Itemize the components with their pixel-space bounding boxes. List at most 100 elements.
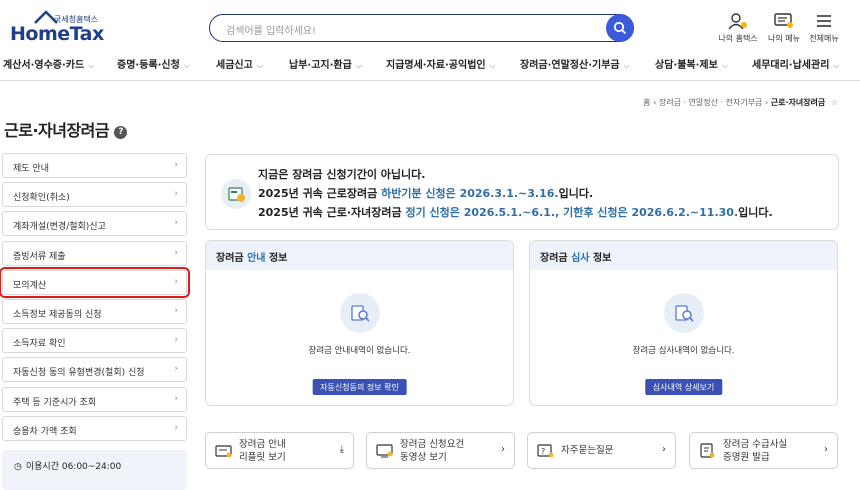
chevron-right-icon: ›: [662, 444, 666, 455]
review-info-panel: 장려금 심사 정보 장려금 심사내역이 없습니다. 심사내역 상세보기: [529, 240, 838, 406]
chevron-right-icon: ›: [501, 444, 505, 455]
gnb-item-statements[interactable]: 지급명세·자료·공익법인 ⌵: [386, 56, 496, 71]
sidebar-item-housing-price[interactable]: 주택 등 기준시가 조회 ›: [2, 386, 187, 412]
faq-label: 자주묻는질문: [561, 445, 614, 456]
sidebar-item-label: 자동신청 동의 유형변경(철회) 신청: [13, 368, 145, 379]
requirement-video-button[interactable]: 장려금 신청요건동영상 보기 ›: [366, 432, 515, 469]
svg-text:?: ?: [541, 447, 545, 456]
gnb-item-incentives[interactable]: 장려금·연말정산·기부금 ⌵: [520, 56, 630, 71]
sidebar-item-label: 승용차 가액 조회: [13, 426, 77, 437]
logo-title: HomeTax: [10, 23, 104, 45]
gnb-item-tax-agent[interactable]: 세무대리·납세관리 ⌵: [752, 56, 839, 71]
gnb-label: 지급명세·자료·공익법인: [386, 60, 486, 71]
guide-info-panel: 장려금 안내 정보 장려금 안내내역이 없습니다. 자동신청동의 정보 확인: [205, 240, 514, 406]
sidebar-item-account-report[interactable]: 계좌개설(변경/철회)신고 ›: [2, 211, 187, 237]
gnb-label: 상담·불복·제보: [655, 60, 718, 71]
leaflet-icon: [215, 445, 232, 458]
sidebar-item-label: 제도 안내: [13, 164, 49, 174]
notice-line-3-suffix: 입니다.: [738, 206, 773, 219]
sidebar-item-car-value[interactable]: 승용차 가액 조회 ›: [2, 415, 187, 441]
download-icon: ⤓: [339, 444, 344, 455]
gnb-item-receipts[interactable]: 계산서·영수증·카드 ⌵: [3, 56, 94, 71]
review-empty-text: 장려금 심사내역이 없습니다.: [632, 346, 735, 356]
service-hours: ◷ 이용시간 06:00~24:00: [2, 449, 187, 490]
chevron-down-icon: ⌵: [355, 61, 362, 70]
search-input[interactable]: 검색어를 입력하세요!: [226, 22, 316, 37]
page-title: 근로·자녀장려금?: [4, 117, 128, 141]
sidebar: 제도 안내 › 신청확인(취소) › 계좌개설(변경/철회)신고 › 증빙서류 제출 ›…: [0, 153, 190, 490]
chevron-right-icon: ›: [174, 218, 178, 229]
requirement-video-label-line1: 장려금 신청요건: [400, 439, 465, 450]
search-button[interactable]: [606, 13, 634, 42]
chevron-right-icon: ›: [174, 189, 178, 200]
hamburger-icon: [817, 15, 831, 27]
hometax-logo[interactable]: 국세청홈택스 HomeTax: [6, 10, 104, 45]
chevron-right-icon: ›: [174, 393, 178, 404]
empty-search-icon: [339, 293, 380, 333]
clock-icon: ◷: [14, 461, 22, 472]
chevron-right-icon: ›: [174, 364, 178, 375]
all-menu-button[interactable]: 전체메뉴: [802, 12, 846, 44]
chevron-right-icon: ›: [174, 247, 178, 258]
search-box[interactable]: 검색어를 입력하세요!: [209, 13, 634, 42]
chat-menu-icon: [774, 13, 793, 28]
notice-line-1: 지금은 장려금 신청기간이 아닙니다.: [258, 168, 426, 181]
divider: [0, 80, 860, 81]
gnb-item-payment[interactable]: 납부·고지·환급 ⌵: [289, 56, 362, 71]
sidebar-item-income-check[interactable]: 소득자료 확인 ›: [2, 328, 187, 354]
sidebar-item-system-guide[interactable]: 제도 안내 ›: [2, 153, 187, 178]
review-info-title: 장려금 심사 정보: [530, 241, 837, 270]
gnb-label: 증명·등록·신청: [117, 60, 180, 71]
notice-line-3-text: 2025년 귀속 근로·자녀장려금: [258, 206, 406, 219]
my-menu-label: 나의 메뉴: [768, 34, 800, 43]
notice-line-2-suffix: 입니다.: [558, 187, 594, 200]
chevron-down-icon: ⌵: [88, 61, 95, 70]
certificate-issue-button[interactable]: 장려금 수급사실 증명원 발급 ›: [689, 432, 838, 469]
chevron-down-icon: ⌵: [721, 61, 728, 70]
requirement-video-label: 장려금 신청요건동영상 보기: [400, 438, 464, 464]
chevron-right-icon: ›: [824, 444, 828, 455]
panel-title-text: 장려금: [216, 253, 248, 264]
empty-search-icon: [663, 293, 704, 333]
favorite-star-icon[interactable]: ☆: [831, 98, 838, 107]
faq-button[interactable]: ? 자주묻는질문 ›: [527, 432, 676, 469]
gnb-label: 계산서·영수증·카드: [3, 60, 85, 71]
breadcrumb-level1[interactable]: 장려금 · 연말정산 · 전자기부금: [659, 98, 763, 107]
my-menu-button[interactable]: 나의 메뉴: [762, 12, 806, 44]
breadcrumb-home[interactable]: 홈: [643, 98, 650, 107]
help-icon[interactable]: ?: [114, 126, 128, 139]
auto-apply-info-button[interactable]: 자동신청동의 정보 확인: [312, 379, 407, 395]
my-hometax-label: 나의 홈택스: [718, 34, 758, 43]
sidebar-item-income-consent[interactable]: 소득정보 제공동의 신청 ›: [2, 298, 187, 324]
monitor-icon: [376, 444, 393, 458]
chevron-down-icon: ⌵: [256, 61, 263, 70]
chevron-down-icon: ⌵: [623, 61, 630, 70]
my-hometax-button[interactable]: 나의 홈택스: [716, 12, 760, 44]
sidebar-item-simulation[interactable]: 모의계산 ›: [0, 266, 190, 298]
guide-info-title: 장려금 안내 정보: [206, 241, 513, 270]
all-menu-label: 전체메뉴: [809, 34, 839, 43]
gnb-item-certificates[interactable]: 증명·등록·신청 ⌵: [117, 56, 190, 71]
chevron-right-icon: ›: [174, 276, 178, 287]
leaflet-button[interactable]: 장려금 안내 리플릿 보기 ⤓: [205, 432, 354, 469]
sidebar-item-document-submit[interactable]: 증빙서류 제출 ›: [2, 240, 187, 266]
service-hours-text: 이용시간 06:00~24:00: [25, 461, 122, 472]
faq-icon: ?: [537, 444, 554, 458]
chevron-down-icon: ⌵: [183, 61, 190, 70]
certificate-icon: [700, 443, 715, 458]
guide-empty-text: 장려금 안내내역이 없습니다.: [308, 346, 411, 356]
sidebar-item-label: 주택 등 기준시가 조회: [13, 397, 97, 408]
panel-title-highlight: 심사: [571, 253, 590, 264]
breadcrumb: 홈 › 장려금 · 연말정산 · 전자기부금 › 근로·자녀장려금 ☆: [643, 97, 838, 108]
sidebar-item-label: 모의계산: [13, 280, 47, 291]
gnb-label: 장려금·연말정산·기부금: [520, 60, 620, 71]
notice-line-3: 2025년 귀속 근로·자녀장려금 정기 신청은 2026.5.1.~6.1.,…: [258, 203, 773, 222]
sidebar-item-label: 소득자료 확인: [13, 339, 66, 350]
gnb-item-tax-filing[interactable]: 세금신고 ⌵: [216, 56, 263, 71]
certificate-issue-label-line2: 증명원 발급: [723, 452, 770, 463]
requirement-video-label-line2: 동영상 보기: [400, 452, 447, 463]
gnb-item-consulting[interactable]: 상담·불복·제보 ⌵: [655, 56, 728, 71]
sidebar-item-auto-apply-change[interactable]: 자동신청 동의 유형변경(철회) 신청 ›: [2, 357, 187, 383]
review-detail-button[interactable]: 심사내역 상세보기: [644, 379, 723, 395]
sidebar-item-application-check[interactable]: 신청확인(취소) ›: [2, 182, 187, 208]
